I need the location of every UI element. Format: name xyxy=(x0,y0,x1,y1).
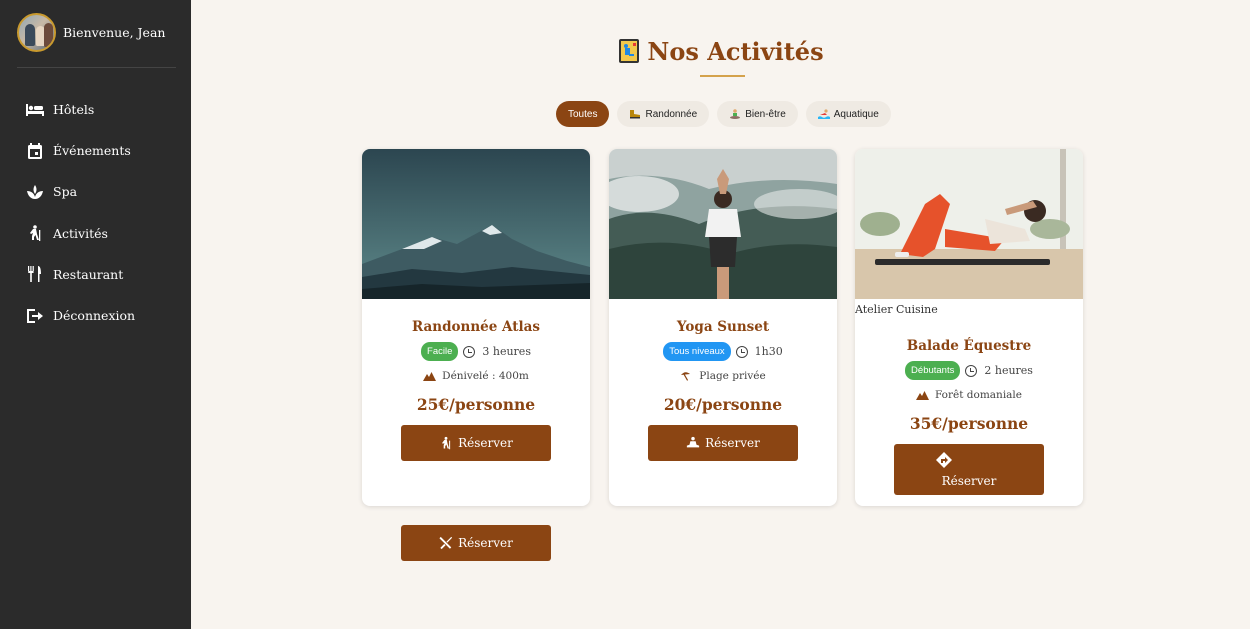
main-content: Nos Activités Toutes Randonnée Bien-être… xyxy=(191,0,1250,629)
filter-label: Toutes xyxy=(568,108,598,120)
bed-icon xyxy=(26,103,44,116)
sidebar-item-activities[interactable]: Activités xyxy=(0,213,191,254)
hiking-icon xyxy=(442,436,451,450)
yoga-image xyxy=(609,149,837,299)
umbrella-beach-icon xyxy=(681,372,691,381)
difficulty-badge: Débutants xyxy=(905,361,961,380)
lotus-position-icon xyxy=(729,109,741,119)
page-title-text: Nos Activités xyxy=(647,37,824,66)
welcome-text: Bienvenue, Jean xyxy=(63,25,166,40)
reserve-button[interactable]: Réserver xyxy=(894,444,1044,495)
hiking-boot-icon xyxy=(629,109,641,119)
image-caption: Atelier Cuisine xyxy=(855,303,938,316)
sidebar-item-label: Spa xyxy=(53,184,78,200)
difficulty-badge: Tous niveaux xyxy=(663,342,731,361)
activity-name: Yoga Sunset xyxy=(676,319,770,335)
user-profile: Bienvenue, Jean xyxy=(17,13,165,52)
clock-icon xyxy=(965,364,978,377)
filter-label: Randonnée xyxy=(645,108,698,120)
sidebar-item-label: Hôtels xyxy=(53,102,95,118)
detail-text: Forêt domaniale xyxy=(934,389,1023,401)
spa-icon xyxy=(27,184,43,199)
meditation-icon xyxy=(687,436,700,448)
sidebar-nav: Hôtels Événements Spa Activités Restaura… xyxy=(0,89,191,336)
reserve-button-restaurant[interactable]: Réserver xyxy=(401,525,551,561)
filter-hiking[interactable]: Randonnée xyxy=(617,101,710,127)
directions-icon xyxy=(936,451,952,468)
utensils-icon xyxy=(439,536,453,550)
duration-text: 2 heures xyxy=(984,364,1033,377)
filter-label: Bien-être xyxy=(745,108,786,120)
workout-image xyxy=(855,149,1083,299)
duration-text: 1h30 xyxy=(754,345,783,358)
sidebar: Bienvenue, Jean Hôtels Événements Spa Ac… xyxy=(0,0,191,629)
reserve-button-label: Réserver xyxy=(458,436,513,450)
filter-aquatic[interactable]: Aquatique xyxy=(805,101,891,127)
detail-text: Dénivelé : 400m xyxy=(442,370,529,382)
reserve-button-label: Réserver xyxy=(941,473,997,488)
activity-card: Yoga Sunset Tous niveaux 1h30 Plage priv… xyxy=(609,149,837,506)
duration-text: 3 heures xyxy=(482,345,531,358)
swimmer-icon xyxy=(817,109,830,119)
clock-icon xyxy=(735,345,748,358)
sidebar-item-events[interactable]: Événements xyxy=(0,130,191,171)
mountain-icon xyxy=(915,391,929,400)
sidebar-item-logout[interactable]: Déconnexion xyxy=(0,295,191,336)
activity-card: Randonnée Atlas Facile 3 heures Dénivelé… xyxy=(362,149,590,506)
sidebar-item-restaurant[interactable]: Restaurant xyxy=(0,254,191,295)
sidebar-item-hotels[interactable]: Hôtels xyxy=(0,89,191,130)
logout-icon xyxy=(27,308,43,323)
filter-all[interactable]: Toutes xyxy=(556,101,610,127)
activity-name: Randonnée Atlas xyxy=(412,319,540,335)
reserve-button[interactable]: Réserver xyxy=(648,425,798,461)
price: 35€/personne xyxy=(909,414,1029,433)
filter-label: Aquatique xyxy=(833,108,879,120)
difficulty-badge: Facile xyxy=(421,342,459,361)
detail-text: Plage privée xyxy=(699,370,766,382)
sidebar-divider xyxy=(17,67,176,68)
mountain-icon xyxy=(423,372,437,381)
filter-wellness[interactable]: Bien-être xyxy=(717,101,798,127)
title-underline xyxy=(700,75,745,77)
utensils-icon xyxy=(28,266,41,283)
sidebar-item-label: Déconnexion xyxy=(53,308,136,324)
price: 20€/personne xyxy=(663,395,783,414)
climbing-icon xyxy=(617,38,641,64)
activity-card: Atelier Cuisine Balade Équestre Débutant… xyxy=(855,149,1083,506)
mountains-image xyxy=(362,149,590,299)
reserve-button-label: Réserver xyxy=(705,436,760,450)
clock-icon xyxy=(463,345,476,358)
filter-bar: Toutes Randonnée Bien-être Aquatique xyxy=(556,101,891,127)
avatar[interactable] xyxy=(17,13,56,52)
activity-name: Balade Équestre xyxy=(906,338,1032,354)
calendar-icon xyxy=(28,142,42,159)
sidebar-item-label: Événements xyxy=(53,143,131,159)
price: 25€/personne xyxy=(416,395,536,414)
reserve-button-label: Réserver xyxy=(458,536,513,550)
hiking-icon xyxy=(30,225,41,242)
reserve-button[interactable]: Réserver xyxy=(401,425,551,461)
sidebar-item-label: Restaurant xyxy=(53,266,124,282)
page-title: Nos Activités xyxy=(191,37,1250,66)
sidebar-item-spa[interactable]: Spa xyxy=(0,171,191,212)
sidebar-item-label: Activités xyxy=(53,225,108,241)
